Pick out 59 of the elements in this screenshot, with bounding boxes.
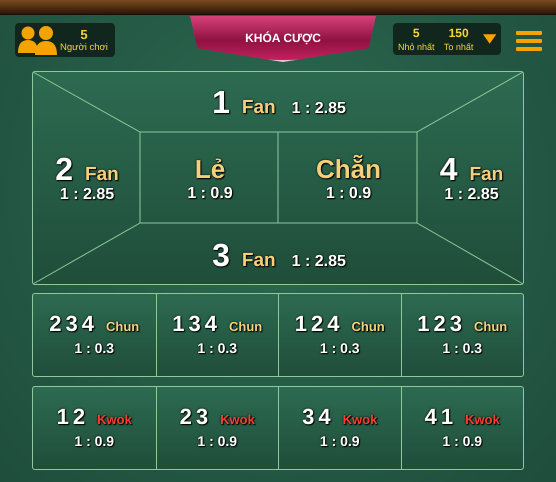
bet-label: Chun <box>106 319 140 334</box>
bet-label: Lẻ <box>194 154 226 186</box>
odds: 1 : 2.85 <box>444 186 499 204</box>
bet-cell[interactable]: 34 Kwok 1 : 0.9 <box>278 387 400 469</box>
bet-label: Kwok <box>220 412 255 428</box>
bet-cell[interactable]: 123 Chun 1 : 0.3 <box>400 294 523 376</box>
odds: 1 : 0.9 <box>320 434 360 450</box>
bet-label: Kwok <box>342 412 378 428</box>
bet-cell[interactable]: 41 Kwok 1 : 0.9 <box>400 387 523 469</box>
bet-label: Kwok <box>465 412 500 428</box>
bet-label: Fan <box>470 164 504 186</box>
odds: 1 : 0.9 <box>197 434 238 450</box>
limit-label: Nhỏ nhất <box>398 42 435 52</box>
bet-label: Chẵn <box>316 154 381 186</box>
bet-label: Chun <box>352 319 385 334</box>
limit-label: To nhất <box>444 42 474 52</box>
bet-cell[interactable]: 134 Chun 1 : 0.3 <box>156 294 278 376</box>
players-icon <box>18 25 58 55</box>
odds: 1 : 2.85 <box>60 186 114 204</box>
bet-label: Kwok <box>97 412 132 428</box>
lock-bets-button[interactable]: KHÓA CƯỢC <box>190 16 376 62</box>
bet-label: Fan <box>242 250 276 272</box>
limit-value: 150 <box>448 26 469 38</box>
bet-number: 23 <box>180 406 212 428</box>
odds: 1 : 0.3 <box>320 341 360 357</box>
bet-limits-panel[interactable]: 5 Nhỏ nhất 150 To nhất <box>393 23 501 55</box>
bet-number: 2 <box>55 153 73 186</box>
bet-label: Fan <box>242 97 276 119</box>
bet-cell[interactable]: 124 Chun 1 : 0.3 <box>278 294 400 376</box>
odds: 1 : 0.3 <box>74 341 114 357</box>
odds: 1 : 0.9 <box>187 185 233 203</box>
bet-number: 123 <box>417 313 466 336</box>
player-count: 5 <box>80 28 88 41</box>
limit-value: 5 <box>412 26 420 38</box>
bet-number: 234 <box>49 313 98 336</box>
bet-number: 124 <box>294 313 344 336</box>
bet-cell[interactable]: 12 Kwok 1 : 0.9 <box>33 387 156 469</box>
players-label: Người chơi <box>60 42 108 52</box>
odds: 1 : 0.3 <box>197 341 238 357</box>
bet-label: Chun <box>229 319 262 334</box>
odds: 1 : 0.9 <box>442 434 482 450</box>
bet-number: 41 <box>424 406 458 428</box>
bet-number: 34 <box>302 406 335 428</box>
bet-cell[interactable]: 234 Chun 1 : 0.3 <box>33 294 156 376</box>
bet-number: 4 <box>440 153 458 186</box>
bet-number: 12 <box>56 406 90 428</box>
caret-icon <box>482 34 496 44</box>
odds: 1 : 0.9 <box>74 434 114 450</box>
odds: 1 : 0.9 <box>326 185 372 203</box>
odds: 1 : 2.85 <box>292 252 346 270</box>
bet-number: 3 <box>212 238 230 270</box>
odds: 1 : 2.85 <box>292 100 346 118</box>
bet-number: 134 <box>172 313 221 336</box>
bet-cell[interactable]: 23 Kwok 1 : 0.9 <box>156 387 278 469</box>
bet-label: Fan <box>85 164 119 186</box>
menu-icon[interactable] <box>516 30 542 50</box>
bet-number: 1 <box>212 86 230 118</box>
bet-label: Chun <box>474 319 508 334</box>
odds: 1 : 0.3 <box>442 341 482 357</box>
